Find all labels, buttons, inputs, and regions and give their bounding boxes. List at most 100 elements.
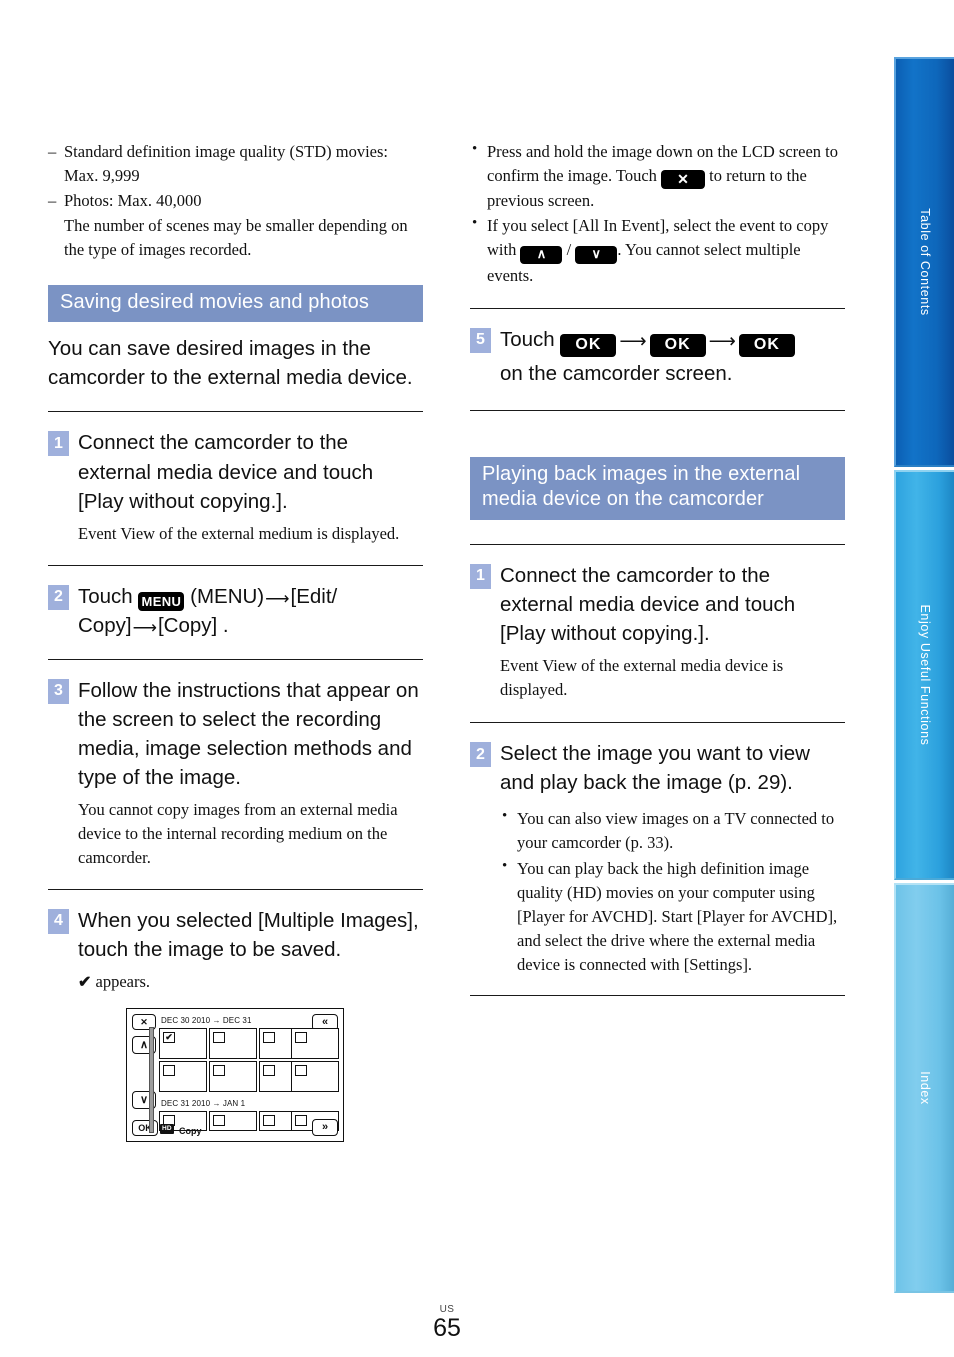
lcd-thumbnail-checkbox[interactable]	[263, 1115, 275, 1127]
sidebar-tab-label: Enjoy Useful Functions	[918, 604, 932, 746]
lcd-event-1-date: DEC 30 2010 → DEC 31	[161, 1016, 252, 1026]
sidebar-tab-table-of-contents[interactable]: Table of Contents	[894, 57, 954, 467]
lcd-thumbnail[interactable]	[291, 1028, 339, 1060]
step-3-note: You cannot copy images from an external …	[78, 799, 398, 867]
arrow-icon: ⟶	[619, 330, 647, 352]
list-item: • You can also view images on a TV conne…	[500, 807, 845, 855]
step-text: When you selected [Multiple Images], tou…	[78, 908, 419, 961]
bottom-bullet-list: • You can also view images on a TV conne…	[500, 807, 845, 976]
bullet-marker: •	[502, 808, 508, 825]
ok-key-icon: OK	[649, 333, 706, 357]
step-1-right: 1 Connect the camcorder to the external …	[470, 561, 845, 648]
section-heading-playing-back: Playing back images in the external medi…	[470, 456, 845, 520]
lcd-page-down-button[interactable]: »	[312, 1119, 338, 1137]
bullet-marker: •	[472, 215, 478, 232]
lcd-thumbnail[interactable]	[291, 1061, 339, 1093]
manual-page: – Standard definition image quality (STD…	[0, 0, 954, 1357]
checkmark-icon: ✔	[78, 973, 92, 991]
page-number: 65	[433, 1313, 461, 1342]
divider	[470, 994, 845, 996]
list-item-text: Standard definition image quality (STD) …	[64, 142, 388, 185]
step-4: 4 When you selected [Multiple Images], t…	[48, 906, 423, 964]
lcd-copy-label: Copy	[179, 1126, 202, 1137]
sidebar-tab-label: Table of Contents	[918, 208, 932, 316]
lcd-screen-illustration: ✕ DEC 30 2010 → DEC 31 « ∧ ∨ OK ✔ DEC 31…	[126, 1008, 344, 1143]
divider	[48, 564, 423, 566]
divider	[470, 722, 845, 724]
lcd-thumbnail[interactable]	[159, 1061, 207, 1093]
lcd-event-2-date: DEC 31 2010 → JAN 1	[161, 1099, 246, 1109]
lcd-thumbnail[interactable]	[209, 1111, 257, 1132]
dash-marker: –	[48, 142, 57, 161]
step-number-badge: 1	[470, 563, 491, 589]
chevron-down-key-icon: ∨	[575, 245, 618, 264]
lcd-thumbnail-checkbox[interactable]	[295, 1115, 307, 1127]
dash-marker: –	[48, 190, 57, 210]
bullet-marker: •	[502, 858, 508, 875]
step-4-note: ✔ appears.	[78, 970, 423, 994]
list-item-text: Photos: Max. 40,000	[64, 190, 202, 210]
separator: /	[566, 240, 572, 260]
step-number-badge: 4	[48, 908, 69, 934]
sidebar-tab-label: Index	[918, 1071, 932, 1105]
step-5-tail: on the camcorder screen.	[500, 361, 733, 385]
menu-key-icon: MENU	[138, 592, 185, 612]
menu-path-2: [Copy] .	[157, 614, 229, 638]
hd-badge-icon: HD	[160, 1123, 174, 1135]
lcd-thumbnail-checkbox[interactable]	[213, 1065, 225, 1077]
step-text: Connect the camcorder to the external me…	[500, 563, 796, 646]
arrow-icon: ⟶	[708, 330, 736, 352]
lcd-thumbnail-checkbox[interactable]	[213, 1115, 225, 1127]
arrow-icon: ⟶	[265, 588, 290, 608]
list-item: – Photos: Max. 40,000	[48, 189, 423, 213]
bullet-text: You can also view images on a TV connect…	[517, 809, 835, 853]
lcd-thumbnail-checkbox[interactable]	[213, 1032, 225, 1044]
lcd-thumbnail-checkbox[interactable]	[263, 1032, 275, 1044]
right-column: • Press and hold the image down on the L…	[470, 140, 845, 996]
lcd-thumbnail[interactable]	[209, 1061, 257, 1093]
page-footer: US 65	[0, 1304, 894, 1342]
step-1-right-note: Event View of the external media device …	[500, 656, 784, 700]
sidebar-tab-index[interactable]: Index	[894, 883, 954, 1293]
left-column: – Standard definition image quality (STD…	[48, 140, 423, 1143]
lcd-thumbnail[interactable]	[209, 1028, 257, 1060]
divider	[48, 411, 423, 413]
intro-note: The number of scenes may be smaller depe…	[64, 215, 408, 259]
step-number-badge: 3	[48, 678, 69, 704]
step-5: 5 Touch OK ⟶ OK ⟶ OK on the camcorder screen…	[470, 325, 845, 388]
chevron-up-key-icon: ∧	[520, 245, 563, 264]
lcd-thumbnail[interactable]: ✔	[159, 1028, 207, 1060]
lcd-ok-button[interactable]: OK	[132, 1120, 158, 1137]
lcd-thumbnail-checkbox[interactable]	[295, 1032, 307, 1044]
list-item: • If you select [All In Event], select t…	[470, 214, 845, 287]
step-number-badge: 5	[470, 327, 491, 353]
lcd-thumbnail-checkbox[interactable]	[263, 1065, 275, 1077]
side-tab-navigation: Table of Contents Enjoy Useful Functions…	[894, 57, 954, 1293]
list-item: – Standard definition image quality (STD…	[48, 140, 423, 188]
step-text: Touch MENU (MENU)⟶[Edit/ Copy]⟶[Copy] .	[78, 582, 423, 641]
top-bullet-list: • Press and hold the image down on the L…	[470, 140, 845, 288]
step-number-badge: 2	[48, 584, 69, 610]
sidebar-tab-enjoy-useful-functions[interactable]: Enjoy Useful Functions	[894, 470, 954, 880]
step-2: 2 Touch MENU (MENU)⟶[Edit/ Copy]⟶[Copy] …	[48, 582, 423, 641]
section-heading-saving: Saving desired movies and photos	[48, 284, 423, 323]
ok-key-icon: OK	[560, 333, 617, 357]
lcd-thumbnail-checkbox[interactable]	[163, 1065, 175, 1077]
lcd-thumbnail-checkbox[interactable]	[295, 1065, 307, 1077]
lcd-thumbnail-checkbox-checked[interactable]: ✔	[163, 1032, 175, 1044]
divider	[470, 307, 845, 309]
intro-dash-list: – Standard definition image quality (STD…	[48, 140, 423, 213]
arrow-icon: ⟶	[132, 618, 157, 638]
step-text: Connect the camcorder to the external me…	[78, 431, 374, 513]
lcd-scrollbar[interactable]	[149, 1027, 154, 1134]
step-number-badge: 1	[48, 431, 69, 457]
step-text: Touch OK ⟶ OK ⟶ OK on the camcorder screen.	[500, 325, 795, 388]
list-item: • Press and hold the image down on the L…	[470, 140, 845, 212]
lcd-illustration-wrapper: ✕ DEC 30 2010 → DEC 31 « ∧ ∨ OK ✔ DEC 31…	[126, 1008, 423, 1143]
step-4-note-text: appears.	[95, 971, 151, 991]
step-2-right: 2 Select the image you want to view and …	[470, 739, 845, 797]
step-3: 3 Follow the instructions that appear on…	[48, 676, 423, 792]
divider	[470, 409, 845, 411]
bullet-text: You can play back the high definition im…	[517, 859, 838, 974]
step-number-badge: 2	[470, 742, 491, 768]
